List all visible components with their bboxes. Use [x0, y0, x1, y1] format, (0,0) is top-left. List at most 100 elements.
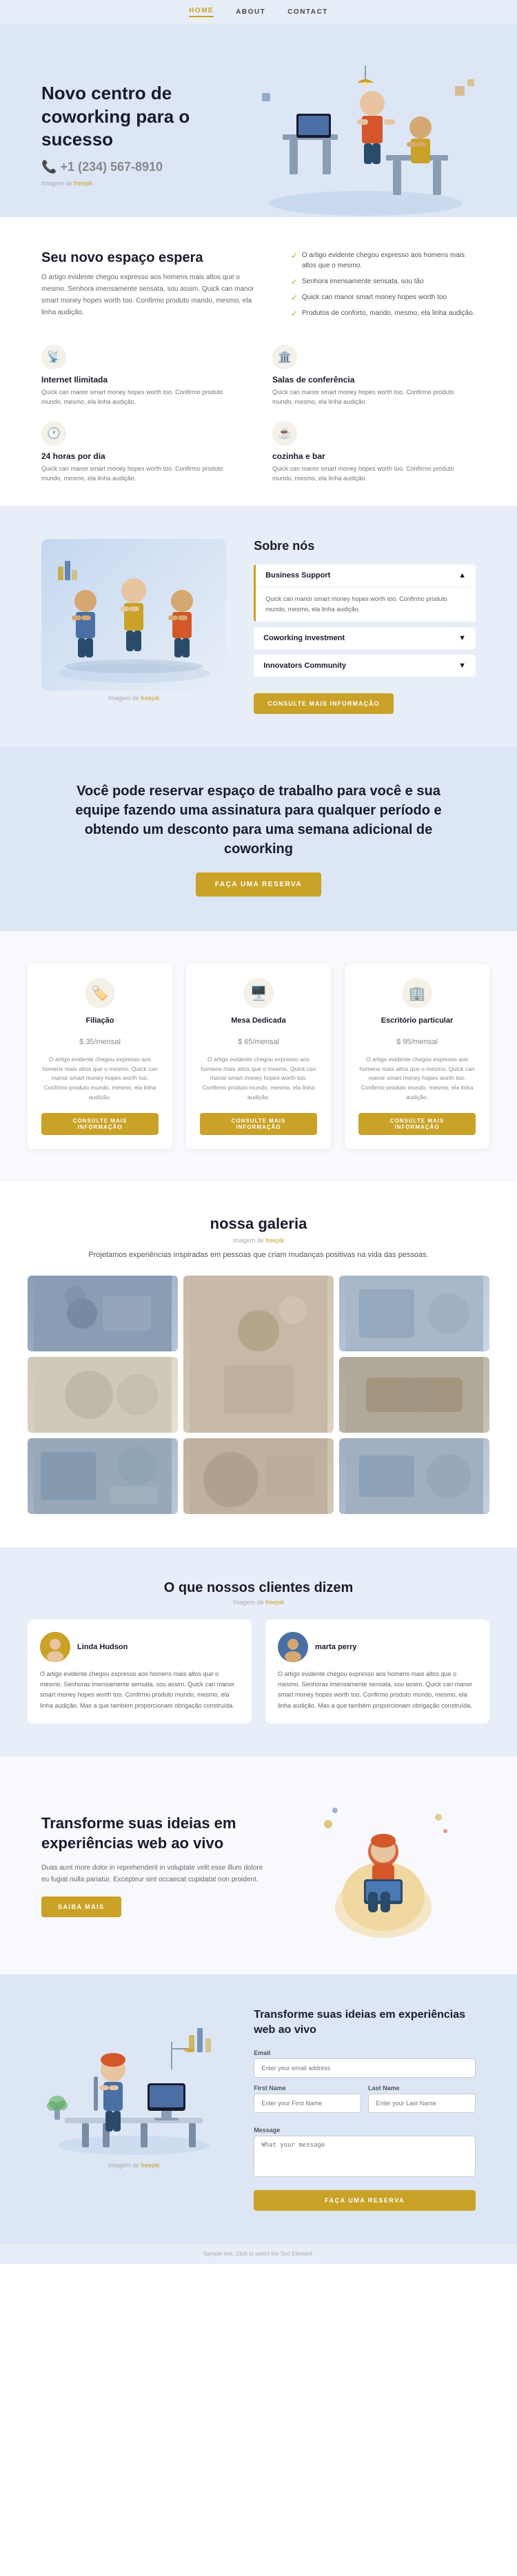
check-icon-2: ✓ [291, 293, 298, 303]
name-row: First Name Last Name [254, 2085, 476, 2120]
pricing-card-0: 🏷️ Filiação $ 35/mensal O artigo evident… [28, 964, 172, 1149]
gallery-subtitle: Projetamos experiências inspiradas em pe… [28, 1249, 489, 1262]
gallery-item-4 [339, 1357, 489, 1433]
check-icon-3: ✓ [291, 309, 298, 318]
pricing-price-0: $ 35/mensal [41, 1030, 159, 1048]
firstname-field[interactable] [254, 2094, 361, 2113]
about-illustration-container: Imagem de freepik [41, 539, 226, 702]
lastname-label: Last Name [368, 2085, 476, 2092]
hero-section: Novo centro de coworking para o sucesso … [0, 24, 517, 217]
contact-submit-button[interactable]: FAÇA UMA RESERVA [254, 2190, 476, 2211]
pricing-button-2[interactable]: CONSULTE MAIS INFORMAÇÃO [358, 1113, 476, 1135]
accordion-header-2[interactable]: Innovators Community ▼ [254, 655, 476, 677]
firstname-group: First Name [254, 2085, 361, 2113]
gallery-item-0 [28, 1276, 178, 1351]
message-label: Message [254, 2127, 476, 2134]
hero-phone: 📞 +1 (234) 567-8910 [41, 160, 255, 174]
footer: Sample text. Click to select the Text El… [0, 2244, 517, 2264]
cta-title: Você pode reservar espaço de trabalho pa… [55, 781, 462, 859]
pricing-title-0: Filiação [41, 1016, 159, 1025]
pricing-icon-2: 🏢 [402, 978, 432, 1008]
accordion-item-2[interactable]: Innovators Community ▼ [254, 655, 476, 677]
transform-text: Transforme suas ideias em experiências w… [41, 1814, 263, 1916]
features-description: O artigo evidente chegou expresso aos ho… [41, 272, 263, 318]
pricing-button-0[interactable]: CONSULTE MAIS INFORMAÇÃO [41, 1113, 159, 1135]
transform-title: Transforme suas ideias em experiências w… [41, 1814, 263, 1853]
features-checks: ✓ O artigo evidente chegou expresso aos … [291, 250, 476, 324]
about-section: Imagem de freepik Sobre nós Business Sup… [0, 506, 517, 748]
email-label: Email [254, 2049, 476, 2056]
gallery-item-5 [28, 1438, 178, 1514]
feature-text-3: Quick can manor smart money hopes worth … [272, 464, 476, 484]
nav-contact[interactable]: CONTACT [287, 8, 328, 16]
accordion-item-0[interactable]: Business Support ▲ Quick can manor smart… [254, 564, 476, 622]
nav-home[interactable]: HOME [189, 7, 214, 17]
feature-icon-3: ☕ [272, 421, 297, 446]
about-content: Sobre nós Business Support ▲ Quick can m… [254, 539, 476, 715]
message-group: Message [254, 2127, 476, 2180]
feature-icon-1: 🏛️ [272, 345, 297, 369]
hero-image-credit: Imagem de freepik [41, 180, 255, 187]
firstname-label: First Name [254, 2085, 361, 2092]
pricing-icon-0: 🏷️ [85, 978, 115, 1008]
hero-title: Novo centro de coworking para o sucesso [41, 82, 255, 152]
gallery-image-credit: Imagem de freepik [28, 1237, 489, 1244]
message-field[interactable] [254, 2136, 476, 2177]
features-left: Seu novo espaço espera O artigo evidente… [41, 250, 263, 324]
pricing-text-2: O artigo evidente chegou expresso aos ho… [358, 1055, 476, 1102]
lastname-field[interactable] [368, 2094, 476, 2113]
accordion-header-0[interactable]: Business Support ▲ [256, 564, 476, 586]
gallery-grid [28, 1276, 489, 1514]
accordion-item-1[interactable]: Coworking Investment ▼ [254, 627, 476, 649]
pricing-title-2: Escritório particular [358, 1016, 476, 1025]
testimonial-card-0: Linda Hudson O artigo evidente chegou ex… [28, 1619, 252, 1724]
testimonial-header-0: Linda Hudson [40, 1632, 239, 1662]
cta-button[interactable]: FAÇA UMA RESERVA [196, 872, 321, 897]
gallery-item-1 [183, 1276, 334, 1433]
testimonial-name-0: Linda Hudson [77, 1643, 128, 1651]
pricing-section: 🏷️ Filiação $ 35/mensal O artigo evident… [0, 931, 517, 1182]
nav-about[interactable]: ABOUT [236, 8, 265, 16]
pricing-text-1: O artigo evidente chegou expresso aos ho… [200, 1055, 317, 1102]
about-image-credit: Imagem de freepik [41, 695, 226, 702]
hero-image-link[interactable]: freepik [74, 180, 93, 187]
hero-text: Novo centro de coworking para o sucesso … [41, 82, 255, 187]
feature-title-1: Salas de conferência [272, 375, 476, 385]
about-illustration [41, 539, 226, 691]
check-item-2: ✓ Quick can manor smart money hopes wort… [291, 292, 476, 303]
hero-illustration [255, 52, 476, 217]
pricing-button-1[interactable]: CONSULTE MAIS INFORMAÇÃO [200, 1113, 317, 1135]
pricing-card-2: 🏢 Escritório particular $ 95/mensal O ar… [345, 964, 489, 1149]
testimonials-image-link[interactable]: freepik [265, 1599, 284, 1606]
contact-image-credit: Imagem de freepik [41, 2162, 226, 2169]
accordion-header-1[interactable]: Coworking Investment ▼ [254, 627, 476, 649]
feature-title-3: cozinha e bar [272, 451, 476, 461]
feature-title-2: 24 horas por dia [41, 451, 245, 461]
gallery-item-6 [183, 1438, 334, 1514]
testimonials-section: O que nossos clientes dizem Imagem de fr… [0, 1547, 517, 1757]
gallery-image-link[interactable]: freepik [265, 1237, 284, 1244]
about-image-link[interactable]: freepik [141, 695, 159, 702]
feature-item-1: 🏛️ Salas de conferência Quick can manor … [272, 345, 476, 407]
contact-title: Transforme suas ideias em experiências w… [254, 2007, 476, 2038]
gallery-item-3 [28, 1357, 178, 1433]
about-cta-button[interactable]: CONSULTE MAIS INFORMAÇÃO [254, 693, 393, 714]
feature-icon-0: 📡 [41, 345, 66, 369]
feature-title-0: Internet Ilimitada [41, 375, 245, 385]
feature-text-0: Quick can manor smart money hopes worth … [41, 387, 245, 407]
testimonial-card-1: marta perry O artigo evidente chegou exp… [265, 1619, 489, 1724]
email-field[interactable] [254, 2058, 476, 2078]
feature-item-2: 🕐 24 horas por dia Quick can manor smart… [41, 421, 245, 484]
pricing-card-1: 🖥️ Mesa Dedicada $ 65/mensal O artigo ev… [186, 964, 331, 1149]
contact-illustration [41, 2007, 226, 2159]
contact-image-link[interactable]: freepik [141, 2162, 159, 2169]
pricing-price-2: $ 95/mensal [358, 1030, 476, 1048]
transform-description: Duas aunt more dolor in reprehenderit in… [41, 1862, 263, 1885]
pricing-text-0: O artigo evidente chegou expresso aos ho… [41, 1055, 159, 1102]
footer-text: Sample text. Click to select the Text El… [203, 2251, 314, 2257]
transform-button[interactable]: SAIBA MAIS [41, 1897, 121, 1917]
testimonial-name-1: marta perry [315, 1643, 357, 1651]
pricing-price-1: $ 65/mensal [200, 1030, 317, 1048]
check-item-0: ✓ O artigo evidente chegou expresso aos … [291, 250, 476, 271]
feature-item-0: 📡 Internet Ilimitada Quick can manor sma… [41, 345, 245, 407]
